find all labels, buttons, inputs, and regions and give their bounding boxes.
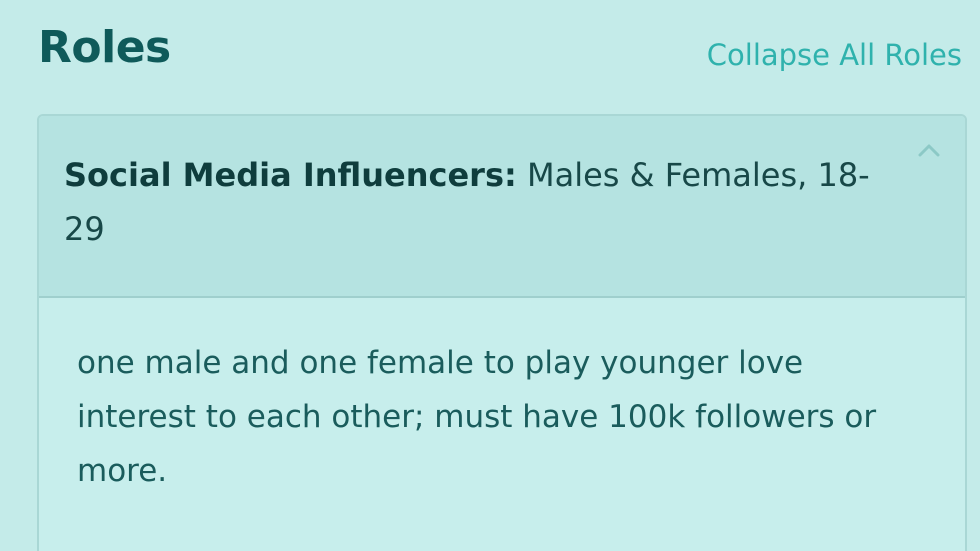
- role-name: Social Media Influencers:: [64, 156, 517, 194]
- role-card: Social Media Influencers: Males & Female…: [37, 114, 967, 551]
- role-heading: Social Media Influencers: Males & Female…: [64, 148, 884, 256]
- roles-page: Roles Collapse All Roles Social Media In…: [0, 0, 980, 551]
- role-header[interactable]: Social Media Influencers: Males & Female…: [39, 116, 965, 298]
- roles-header: Roles Collapse All Roles: [38, 22, 962, 82]
- chevron-up-icon[interactable]: [918, 142, 940, 158]
- collapse-all-roles-link[interactable]: Collapse All Roles: [707, 38, 962, 72]
- role-description: one male and one female to play younger …: [77, 345, 877, 489]
- page-title: Roles: [38, 22, 171, 73]
